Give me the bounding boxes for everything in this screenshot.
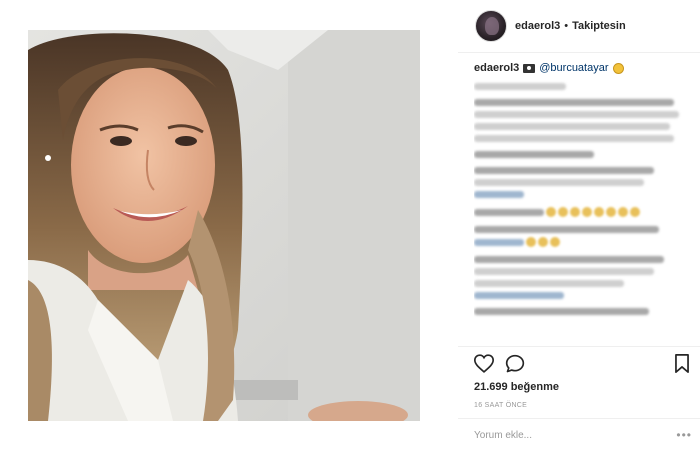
camera-icon xyxy=(523,63,536,73)
smile-emoji-icon xyxy=(612,62,624,74)
blurred-comment xyxy=(474,99,686,142)
header-separator: • xyxy=(564,20,569,32)
post-photo[interactable] xyxy=(28,30,420,421)
comments-list: edaerol3 @burcuatayar xyxy=(474,62,686,340)
ellipsis-icon[interactable]: ••• xyxy=(676,428,692,442)
blurred-comment xyxy=(474,151,686,158)
header-divider xyxy=(458,52,700,53)
avatar[interactable] xyxy=(475,10,507,42)
caption: edaerol3 @burcuatayar xyxy=(474,62,686,74)
comment-input[interactable]: Yorum ekle... xyxy=(474,430,674,441)
caption-mention[interactable]: @burcuatayar xyxy=(539,62,608,74)
blurred-comment xyxy=(474,226,686,247)
post-header: edaerol3 • Takiptesin xyxy=(458,6,700,46)
blurred-comment xyxy=(474,308,686,315)
header-username[interactable]: edaerol3 xyxy=(515,20,560,32)
post-sidebar: edaerol3 • Takiptesin edaerol3 @burcuata… xyxy=(458,0,700,453)
caption-username[interactable]: edaerol3 xyxy=(474,62,519,74)
post-actions xyxy=(473,354,690,379)
heart-icon[interactable] xyxy=(473,354,495,378)
blurred-comment xyxy=(474,207,686,217)
bookmark-icon[interactable] xyxy=(674,354,690,378)
blurred-text xyxy=(474,83,566,90)
actions-divider xyxy=(458,346,700,347)
blurred-comment xyxy=(474,256,686,299)
likes-count[interactable]: 21.699 beğenme xyxy=(474,381,559,393)
comment-divider xyxy=(458,418,700,419)
post-timestamp[interactable]: 16 SAAT ÖNCE xyxy=(474,402,527,409)
follow-status-button[interactable]: Takiptesin xyxy=(572,20,626,32)
post-photo-pane xyxy=(0,0,440,453)
comment-icon[interactable] xyxy=(505,354,525,379)
selfie-image xyxy=(28,30,420,421)
blurred-comment xyxy=(474,167,686,198)
